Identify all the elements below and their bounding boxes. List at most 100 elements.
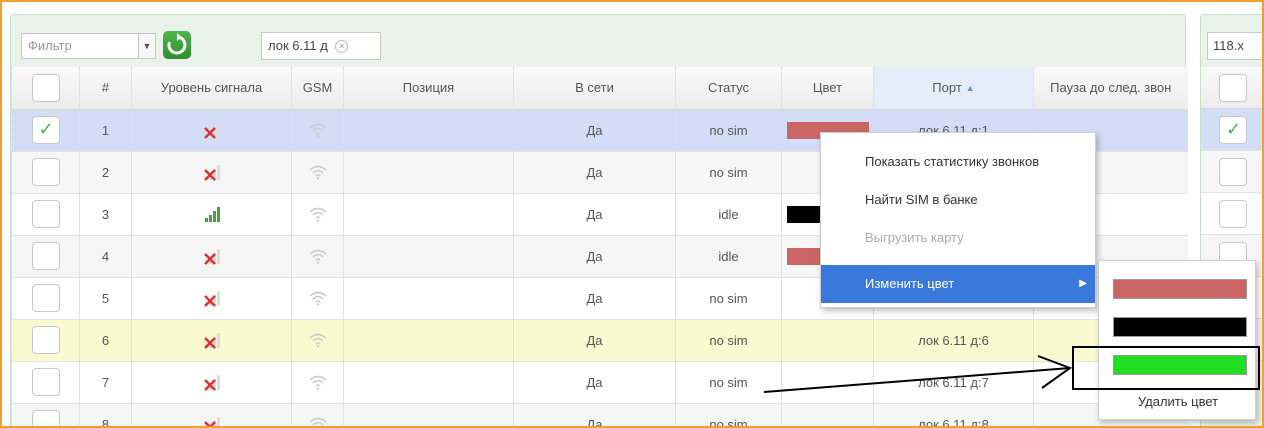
row-number: 4 xyxy=(79,235,132,278)
status-cell: no sim xyxy=(675,277,782,320)
table-header: # Уровень сигнала GSM Позиция В сети Статус Цв… xyxy=(11,67,1188,110)
column-header[interactable]: Цвет xyxy=(781,67,874,110)
row-number: 1 xyxy=(79,109,132,152)
select-all-checkbox[interactable] xyxy=(31,73,60,102)
submenu-arrow-icon: ▶ xyxy=(1079,278,1087,289)
position-cell xyxy=(343,109,514,152)
column-header-label: GSM xyxy=(302,80,333,96)
color-option-black[interactable] xyxy=(1113,317,1247,337)
row-select-cell xyxy=(11,277,80,320)
row-checkbox[interactable]: ✓ xyxy=(31,116,60,144)
second-panel-row-checkbox[interactable] xyxy=(1219,158,1247,186)
column-header[interactable]: В сети xyxy=(513,67,676,110)
status-cell: no sim xyxy=(675,361,782,404)
color-option-red[interactable] xyxy=(1113,279,1247,299)
signal-cell xyxy=(131,361,292,404)
row-number: 6 xyxy=(79,319,132,362)
position-cell xyxy=(343,319,514,362)
second-panel-filter-tag[interactable]: 118.x xyxy=(1207,32,1262,60)
color-cell xyxy=(781,361,874,404)
table-row[interactable]: 8 Да no sim лок 6.11 д:8 xyxy=(11,403,1188,426)
gsm-cell xyxy=(291,277,344,320)
context-menu-item[interactable]: Найти SIM в банке xyxy=(821,181,1095,219)
column-header-label: Пауза до след. звон xyxy=(1050,80,1172,96)
port-cell: лок 6.11 д:8 xyxy=(873,403,1034,426)
context-menu-item[interactable]: Показать статистику звонков xyxy=(821,143,1095,181)
online-cell: Да xyxy=(513,235,676,278)
no-signal-icon xyxy=(203,375,220,391)
filter-tag[interactable]: лок 6.11 д × xyxy=(261,32,381,60)
annotation-highlight-box xyxy=(1072,346,1260,390)
row-checkbox[interactable] xyxy=(31,410,60,426)
column-header-label: Порт xyxy=(932,80,962,96)
second-panel-row xyxy=(1201,151,1262,193)
online-cell: Да xyxy=(513,319,676,362)
row-checkbox[interactable] xyxy=(31,284,60,312)
online-cell: Да xyxy=(513,151,676,194)
table-row[interactable]: 7 Да no sim лок 6.11 д:7 xyxy=(11,361,1188,404)
column-header[interactable]: GSM xyxy=(291,67,344,110)
status-cell: idle xyxy=(675,193,782,236)
row-number: 2 xyxy=(79,151,132,194)
row-checkbox[interactable] xyxy=(31,200,60,228)
sort-asc-icon: ▲ xyxy=(965,83,975,94)
online-cell: Да xyxy=(513,193,676,236)
column-header[interactable]: # xyxy=(79,67,132,110)
second-panel-select-all[interactable] xyxy=(1219,74,1247,102)
online-cell: Да xyxy=(513,361,676,404)
column-header[interactable]: Порт ▲ xyxy=(873,67,1034,110)
status-cell: no sim xyxy=(675,319,782,362)
status-cell: no sim xyxy=(675,403,782,426)
second-panel-row xyxy=(1201,193,1262,235)
refresh-button[interactable] xyxy=(163,31,191,59)
row-checkbox[interactable] xyxy=(31,368,60,396)
row-checkbox[interactable] xyxy=(31,326,60,354)
column-header[interactable]: Статус xyxy=(675,67,782,110)
online-cell: Да xyxy=(513,277,676,320)
column-header[interactable]: Позиция xyxy=(343,67,514,110)
table-row[interactable]: 6 Да no sim лок 6.11 д:6 xyxy=(11,319,1188,362)
signal-cell xyxy=(131,235,292,278)
gsm-icon xyxy=(308,291,327,306)
status-cell: idle xyxy=(675,235,782,278)
column-header[interactable]: Уровень сигнала xyxy=(131,67,292,110)
signal-cell xyxy=(131,319,292,362)
checkmark-icon: ✓ xyxy=(38,119,54,139)
position-cell xyxy=(343,151,514,194)
gsm-icon xyxy=(308,333,327,348)
filter-input[interactable]: Фильтр xyxy=(21,33,139,59)
second-panel-row-checkbox[interactable]: ✓ xyxy=(1219,116,1247,144)
row-select-cell xyxy=(11,319,80,362)
gsm-cell xyxy=(291,361,344,404)
no-signal-icon xyxy=(203,333,220,349)
context-menu-item-label: Изменить цвет xyxy=(865,276,955,291)
remove-color-item[interactable]: Удалить цвет xyxy=(1099,394,1257,409)
row-select-cell xyxy=(11,151,80,194)
filter-dropdown-button[interactable]: ▼ xyxy=(138,33,156,59)
signal-cell xyxy=(131,151,292,194)
column-header-label: # xyxy=(101,80,110,96)
column-header xyxy=(11,67,80,110)
context-menu-item-label: Показать статистику звонков xyxy=(865,154,1040,169)
gsm-cell xyxy=(291,403,344,426)
checkmark-icon: ✓ xyxy=(1226,119,1242,139)
row-checkbox[interactable] xyxy=(31,242,60,270)
column-header-label: Цвет xyxy=(812,80,843,96)
gsm-icon xyxy=(308,207,327,222)
signal-cell xyxy=(131,403,292,426)
gsm-icon xyxy=(308,249,327,264)
no-signal-icon xyxy=(203,291,220,307)
column-header-label: Уровень сигнала xyxy=(160,80,263,96)
tag-remove-icon[interactable]: × xyxy=(335,40,349,53)
context-menu-item[interactable]: Изменить цвет ▶ xyxy=(821,265,1095,303)
column-header-label: Статус xyxy=(707,80,750,96)
signal-cell xyxy=(131,109,292,152)
column-header[interactable]: Пауза до след. звон xyxy=(1033,67,1188,110)
signal-cell xyxy=(131,277,292,320)
row-select-cell xyxy=(11,403,80,426)
row-number: 7 xyxy=(79,361,132,404)
port-cell: лок 6.11 д:7 xyxy=(873,361,1034,404)
row-checkbox[interactable] xyxy=(31,158,60,186)
second-panel-row-checkbox[interactable] xyxy=(1219,200,1247,228)
context-menu-item: Выгрузить карту xyxy=(821,219,1095,257)
